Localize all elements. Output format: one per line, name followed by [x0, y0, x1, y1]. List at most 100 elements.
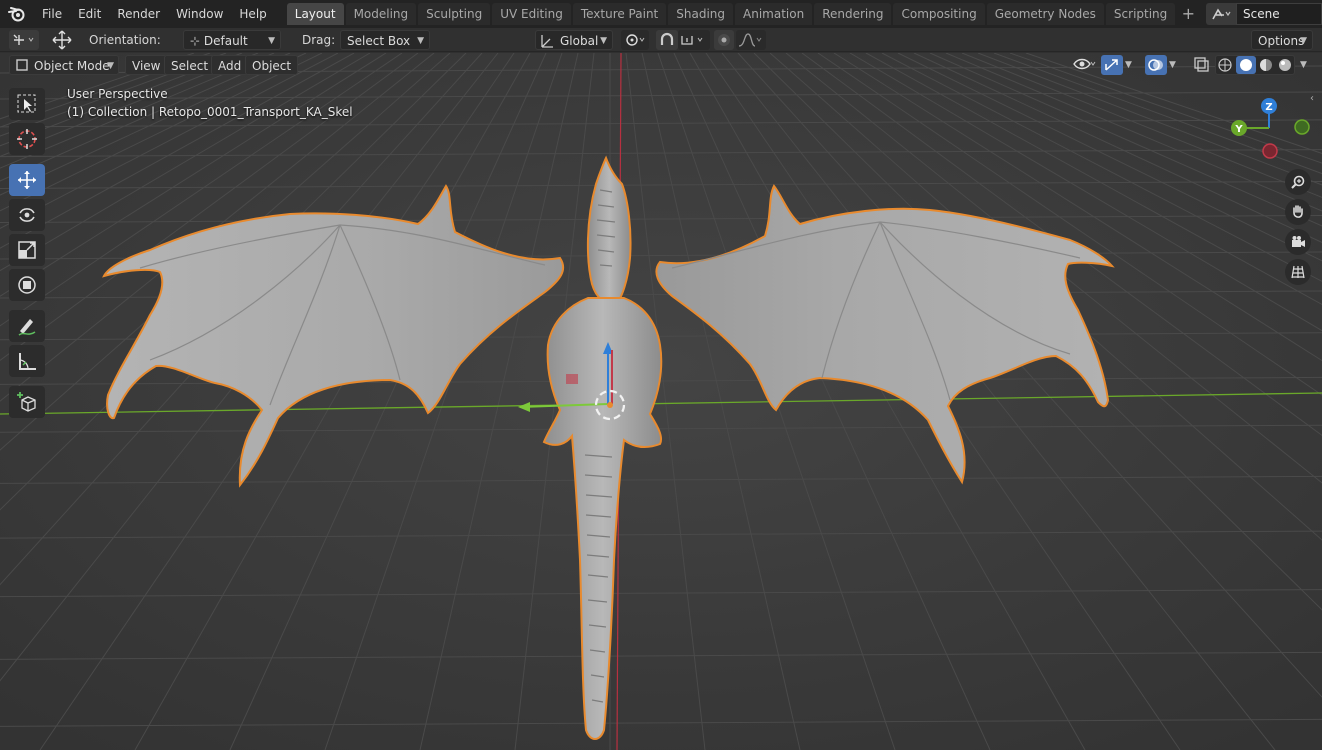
- rotate-icon: [19, 208, 35, 222]
- tool-cursor[interactable]: [9, 123, 45, 155]
- solid-shading-button[interactable]: [1235, 56, 1256, 74]
- scene-selector: Scene: [1206, 3, 1322, 25]
- tool-rotate[interactable]: [9, 199, 45, 231]
- gizmo-x-axis[interactable]: [1262, 143, 1278, 159]
- overlay-toggle[interactable]: [1145, 55, 1167, 75]
- chevron-down-icon: ▼: [268, 36, 275, 46]
- pivot-point-icon[interactable]: [621, 30, 649, 50]
- tab-scripting[interactable]: Scripting: [1105, 3, 1176, 25]
- tab-rendering[interactable]: Rendering: [814, 3, 892, 25]
- menu-help[interactable]: Help: [231, 3, 274, 25]
- tab-animation[interactable]: Animation: [735, 3, 813, 25]
- falloff-curve-icon[interactable]: [736, 30, 766, 50]
- proportional-edit-icon[interactable]: [714, 30, 734, 50]
- transform-orientation-value: Global: [560, 34, 599, 48]
- xray-icon: [1194, 57, 1209, 72]
- rendered-shading-icon[interactable]: [1277, 57, 1293, 73]
- tool-move[interactable]: [9, 164, 45, 196]
- chevron-down-icon[interactable]: ▼: [1167, 55, 1183, 75]
- drag-label: Drag:: [302, 33, 336, 47]
- tab-compositing[interactable]: Compositing: [893, 3, 985, 25]
- snap-target-icon[interactable]: [678, 30, 710, 50]
- material-shading-icon[interactable]: [1258, 57, 1274, 73]
- tab-layout[interactable]: Layout: [286, 3, 344, 25]
- visibility-dropdown[interactable]: [1066, 55, 1098, 75]
- drag-dropdown[interactable]: Select Box ▼: [340, 30, 430, 50]
- workspace-tabs: Layout Modeling Sculpting UV Editing Tex…: [286, 0, 1200, 28]
- transform-icon: [18, 276, 36, 294]
- viewport-menu-add[interactable]: Add: [211, 55, 249, 75]
- tab-texture-paint[interactable]: Texture Paint: [572, 3, 667, 25]
- viewport-menu-object[interactable]: Object: [245, 55, 299, 75]
- viewport-menu-select[interactable]: Select: [164, 55, 216, 75]
- annotate-icon: [18, 319, 36, 336]
- viewport-menu-view[interactable]: View: [125, 55, 168, 75]
- tool-transform[interactable]: [9, 269, 45, 301]
- tab-uv-editing[interactable]: UV Editing: [492, 3, 571, 25]
- eye-icon: [1073, 58, 1096, 70]
- sidebar-toggle-icon[interactable]: ‹: [1310, 93, 1322, 109]
- gizmo-icon: [1105, 59, 1118, 71]
- measure-icon: [19, 353, 36, 370]
- orientation-axes-icon: [540, 31, 554, 55]
- viewport-header: Object Mode ▼ View Select Add Object ▼ ▼: [0, 53, 1322, 77]
- ortho-toggle-button[interactable]: [1285, 259, 1311, 285]
- tool-header: Orientation: ⊹ Default ▼ Drag: Select Bo…: [0, 28, 1322, 52]
- 3d-viewport[interactable]: User Perspective (1) Collection | Retopo…: [0, 53, 1322, 750]
- chevron-down-icon: ▼: [107, 61, 114, 71]
- gizmo-neg-y-axis[interactable]: [1294, 119, 1310, 135]
- scene-name-field[interactable]: Scene: [1236, 3, 1322, 25]
- gizmo-z-label: Z: [1265, 102, 1272, 113]
- menu-edit[interactable]: Edit: [70, 3, 109, 25]
- camera-view-button[interactable]: [1285, 229, 1311, 255]
- tool-select-box[interactable]: [9, 88, 45, 120]
- snap-toggle-icon[interactable]: [656, 30, 678, 50]
- shading-mode-group: [1215, 55, 1295, 75]
- tool-annotate[interactable]: [9, 310, 45, 342]
- wireframe-shading-icon[interactable]: [1217, 57, 1233, 73]
- tab-geometry-nodes[interactable]: Geometry Nodes: [986, 3, 1104, 25]
- move-gizmo-icon[interactable]: [48, 30, 76, 50]
- overlay-icon: [1148, 59, 1163, 71]
- grid-view-icon: [1291, 265, 1305, 279]
- add-workspace-button[interactable]: +: [1177, 3, 1199, 25]
- main-menu: File Edit Render Window Help: [34, 3, 275, 25]
- options-dropdown[interactable]: Options ▼: [1251, 30, 1313, 50]
- tool-add-cube[interactable]: [9, 386, 45, 418]
- orientation-icon: ⊹: [190, 34, 204, 48]
- tool-scale[interactable]: [9, 234, 45, 266]
- tool-measure[interactable]: [9, 345, 45, 377]
- blender-logo-icon[interactable]: [0, 0, 34, 28]
- zoom-icon: [1291, 175, 1305, 189]
- chevron-down-icon: ▼: [1300, 36, 1307, 46]
- mode-value: Object Mode: [34, 59, 110, 73]
- chevron-down-icon: ▼: [417, 36, 424, 46]
- chevron-down-icon[interactable]: ▼: [1297, 55, 1315, 75]
- chevron-down-icon: ▼: [600, 36, 607, 46]
- menu-window[interactable]: Window: [168, 3, 231, 25]
- select-box-icon: [17, 94, 36, 113]
- transform-pivot-icon[interactable]: [9, 30, 39, 50]
- chevron-down-icon[interactable]: ▼: [1123, 55, 1139, 75]
- view-perspective-label: User Perspective: [67, 87, 168, 101]
- orientation-dropdown[interactable]: ⊹ Default ▼: [183, 30, 281, 50]
- xray-toggle[interactable]: [1191, 55, 1211, 75]
- menu-render[interactable]: Render: [109, 3, 168, 25]
- gizmo-toggle[interactable]: [1101, 55, 1123, 75]
- tab-sculpting[interactable]: Sculpting: [418, 3, 491, 25]
- scale-icon: [18, 241, 36, 259]
- zoom-button[interactable]: [1285, 169, 1311, 195]
- tab-shading[interactable]: Shading: [668, 3, 733, 25]
- menu-file[interactable]: File: [34, 3, 70, 25]
- top-bar: File Edit Render Window Help Layout Mode…: [0, 0, 1322, 28]
- pan-button[interactable]: [1285, 199, 1311, 225]
- camera-icon: [1292, 236, 1305, 247]
- orientation-value: Default: [203, 34, 248, 48]
- scene-icon[interactable]: [1206, 3, 1236, 25]
- add-cube-icon: [17, 392, 36, 412]
- viewport-canvas[interactable]: [0, 53, 1322, 750]
- mode-dropdown[interactable]: Object Mode ▼: [9, 55, 119, 75]
- tab-modeling[interactable]: Modeling: [345, 3, 417, 25]
- navigation-gizmo[interactable]: Z Y: [1220, 93, 1320, 168]
- transform-orientation-dropdown[interactable]: Global ▼: [535, 30, 613, 50]
